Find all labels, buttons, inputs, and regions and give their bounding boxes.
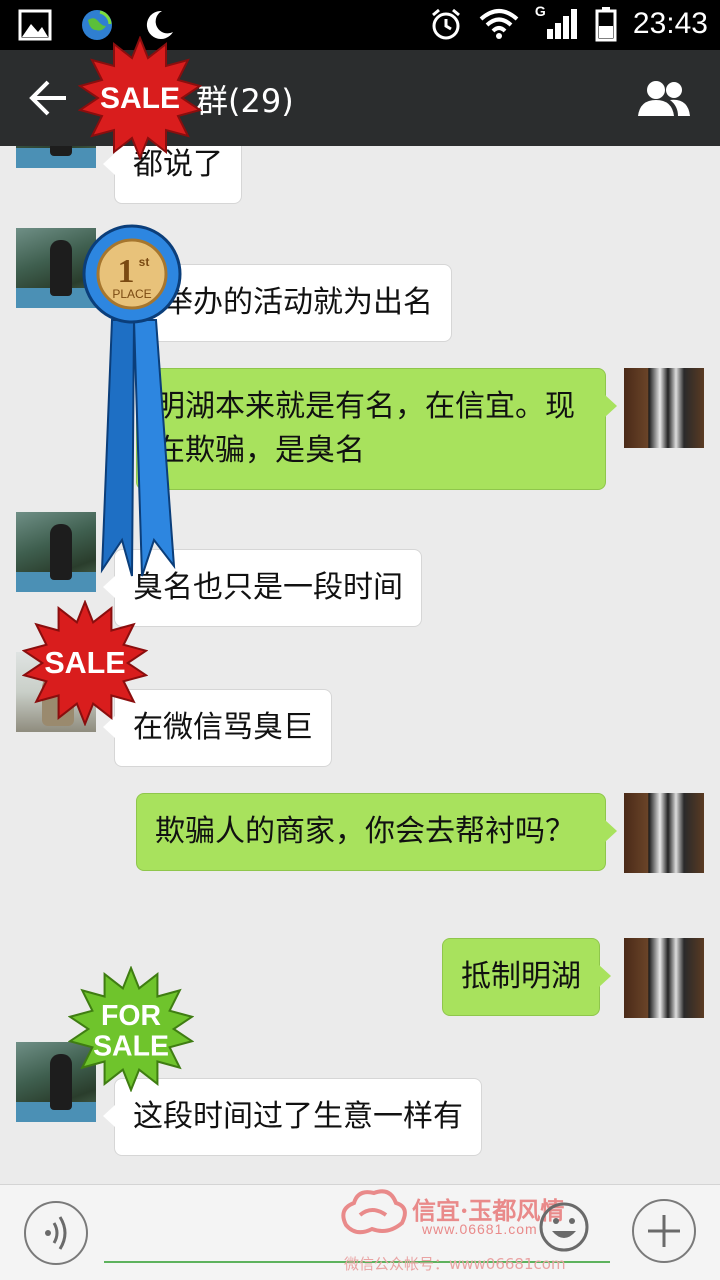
message-bubble[interactable]: 欺骗人的商家，你会去帮衬吗？ — [136, 793, 617, 871]
message-list[interactable]: 都说了 家举办的活动就为出名 明湖本来就是有名，在信宜。现在欺骗，是臭名 臭名也… — [0, 146, 720, 1184]
group-members-icon[interactable] — [636, 78, 692, 118]
avatar[interactable] — [16, 146, 96, 168]
message-input[interactable]: 信宜·玉都风情 www.06681.com 微信公众帐号：www06681com — [104, 1189, 610, 1273]
message-input-bar: 信宜·玉都风情 www.06681.com 微信公众帐号：www06681com — [0, 1184, 720, 1280]
message-bubble[interactable]: 臭名也只是一段时间 — [103, 549, 422, 627]
alarm-icon — [431, 8, 460, 40]
status-bar: G 23:43 — [0, 0, 720, 50]
avatar[interactable] — [16, 512, 96, 592]
message-bubble[interactable]: 在微信骂臭巨 — [103, 689, 332, 767]
moon-icon — [146, 10, 173, 39]
chat-title: 群(29) — [196, 82, 294, 120]
plus-icon[interactable] — [632, 1199, 696, 1263]
gallery-icon — [18, 9, 52, 41]
avatar[interactable] — [624, 368, 704, 448]
chat-header: 群(29) — [0, 50, 720, 146]
back-arrow-icon[interactable] — [26, 76, 70, 120]
message-bubble[interactable]: 家举办的活动就为出名 — [103, 264, 452, 342]
battery-icon — [595, 7, 617, 42]
avatar[interactable] — [16, 652, 96, 732]
avatar[interactable] — [16, 1042, 96, 1122]
watermark-account: 微信公众帐号：www06681com — [344, 1255, 566, 1273]
avatar[interactable] — [624, 938, 704, 1018]
message-bubble[interactable]: 抵制明湖 — [442, 938, 611, 1016]
signal-icon: G — [535, 3, 579, 41]
voice-icon[interactable] — [24, 1201, 88, 1265]
earth-refresh-icon — [82, 10, 112, 40]
watermark-url: www.06681.com — [422, 1221, 538, 1237]
avatar[interactable] — [624, 793, 704, 873]
message-bubble[interactable]: 都说了 — [103, 146, 242, 204]
avatar[interactable] — [16, 228, 96, 308]
message-bubble[interactable]: 明湖本来就是有名，在信宜。现在欺骗，是臭名 — [136, 368, 617, 490]
clock-time: 23:43 — [632, 7, 708, 40]
wifi-icon — [479, 9, 519, 39]
emoji-icon[interactable] — [538, 1201, 590, 1253]
watermark-logo-icon — [341, 1189, 407, 1235]
message-bubble[interactable]: 这段时间过了生意一样有 — [103, 1078, 482, 1156]
